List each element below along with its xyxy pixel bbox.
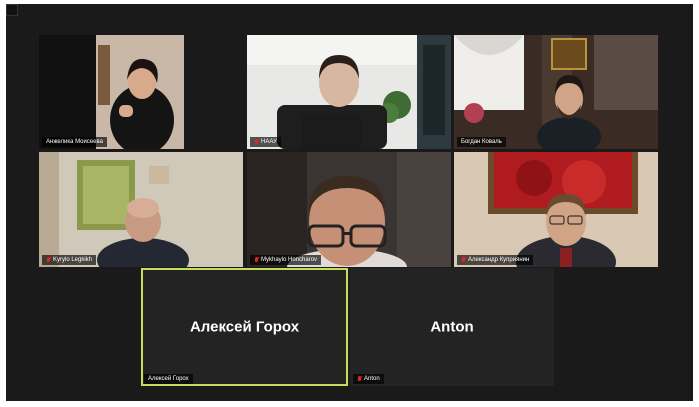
participant-video-4 — [39, 152, 243, 267]
participant-tile-2[interactable]: НААУ — [247, 35, 451, 149]
mic-muted-icon — [461, 257, 466, 263]
participant-display-name: Anton — [430, 318, 474, 336]
participant-tile-1[interactable]: Анжелика Моисеева — [39, 35, 184, 149]
mic-muted-icon — [254, 257, 259, 263]
participant-name-label: Kyrylo Legkikh — [42, 255, 97, 265]
participant-video-6 — [454, 152, 658, 267]
participant-name-label: Анжелика Моисеева — [42, 137, 107, 147]
participant-name-label: Александр Куприянин — [457, 255, 534, 265]
participant-tile-4[interactable]: Kyrylo Legkikh — [39, 152, 243, 267]
participant-video-1 — [39, 35, 184, 149]
mic-muted-icon — [254, 139, 259, 145]
participant-name-label: Алексей Горох — [144, 374, 193, 384]
participant-tile-5[interactable]: Mykhaylo Honcharov — [247, 152, 451, 267]
participant-tile-7[interactable]: Алексей Горох Алексей Горох — [141, 268, 348, 386]
participant-name-label: Богдан Коваль — [457, 137, 506, 147]
participant-video-5 — [247, 152, 451, 267]
mic-muted-icon — [357, 376, 362, 382]
participant-name-label: НААУ — [250, 137, 281, 147]
mic-muted-icon — [46, 257, 51, 263]
participant-tile-3[interactable]: Богдан Коваль — [454, 35, 658, 149]
participant-tile-8[interactable]: Anton Anton — [350, 268, 554, 386]
participant-display-name: Алексей Горох — [189, 318, 300, 336]
participant-video-3 — [454, 35, 658, 149]
participant-name-label: Anton — [353, 374, 384, 384]
participant-tile-6[interactable]: Александр Куприянин — [454, 152, 658, 267]
participant-name-label: Mykhaylo Honcharov — [250, 255, 322, 265]
window-menu-icon[interactable] — [6, 4, 18, 16]
participant-video-2 — [247, 35, 451, 149]
